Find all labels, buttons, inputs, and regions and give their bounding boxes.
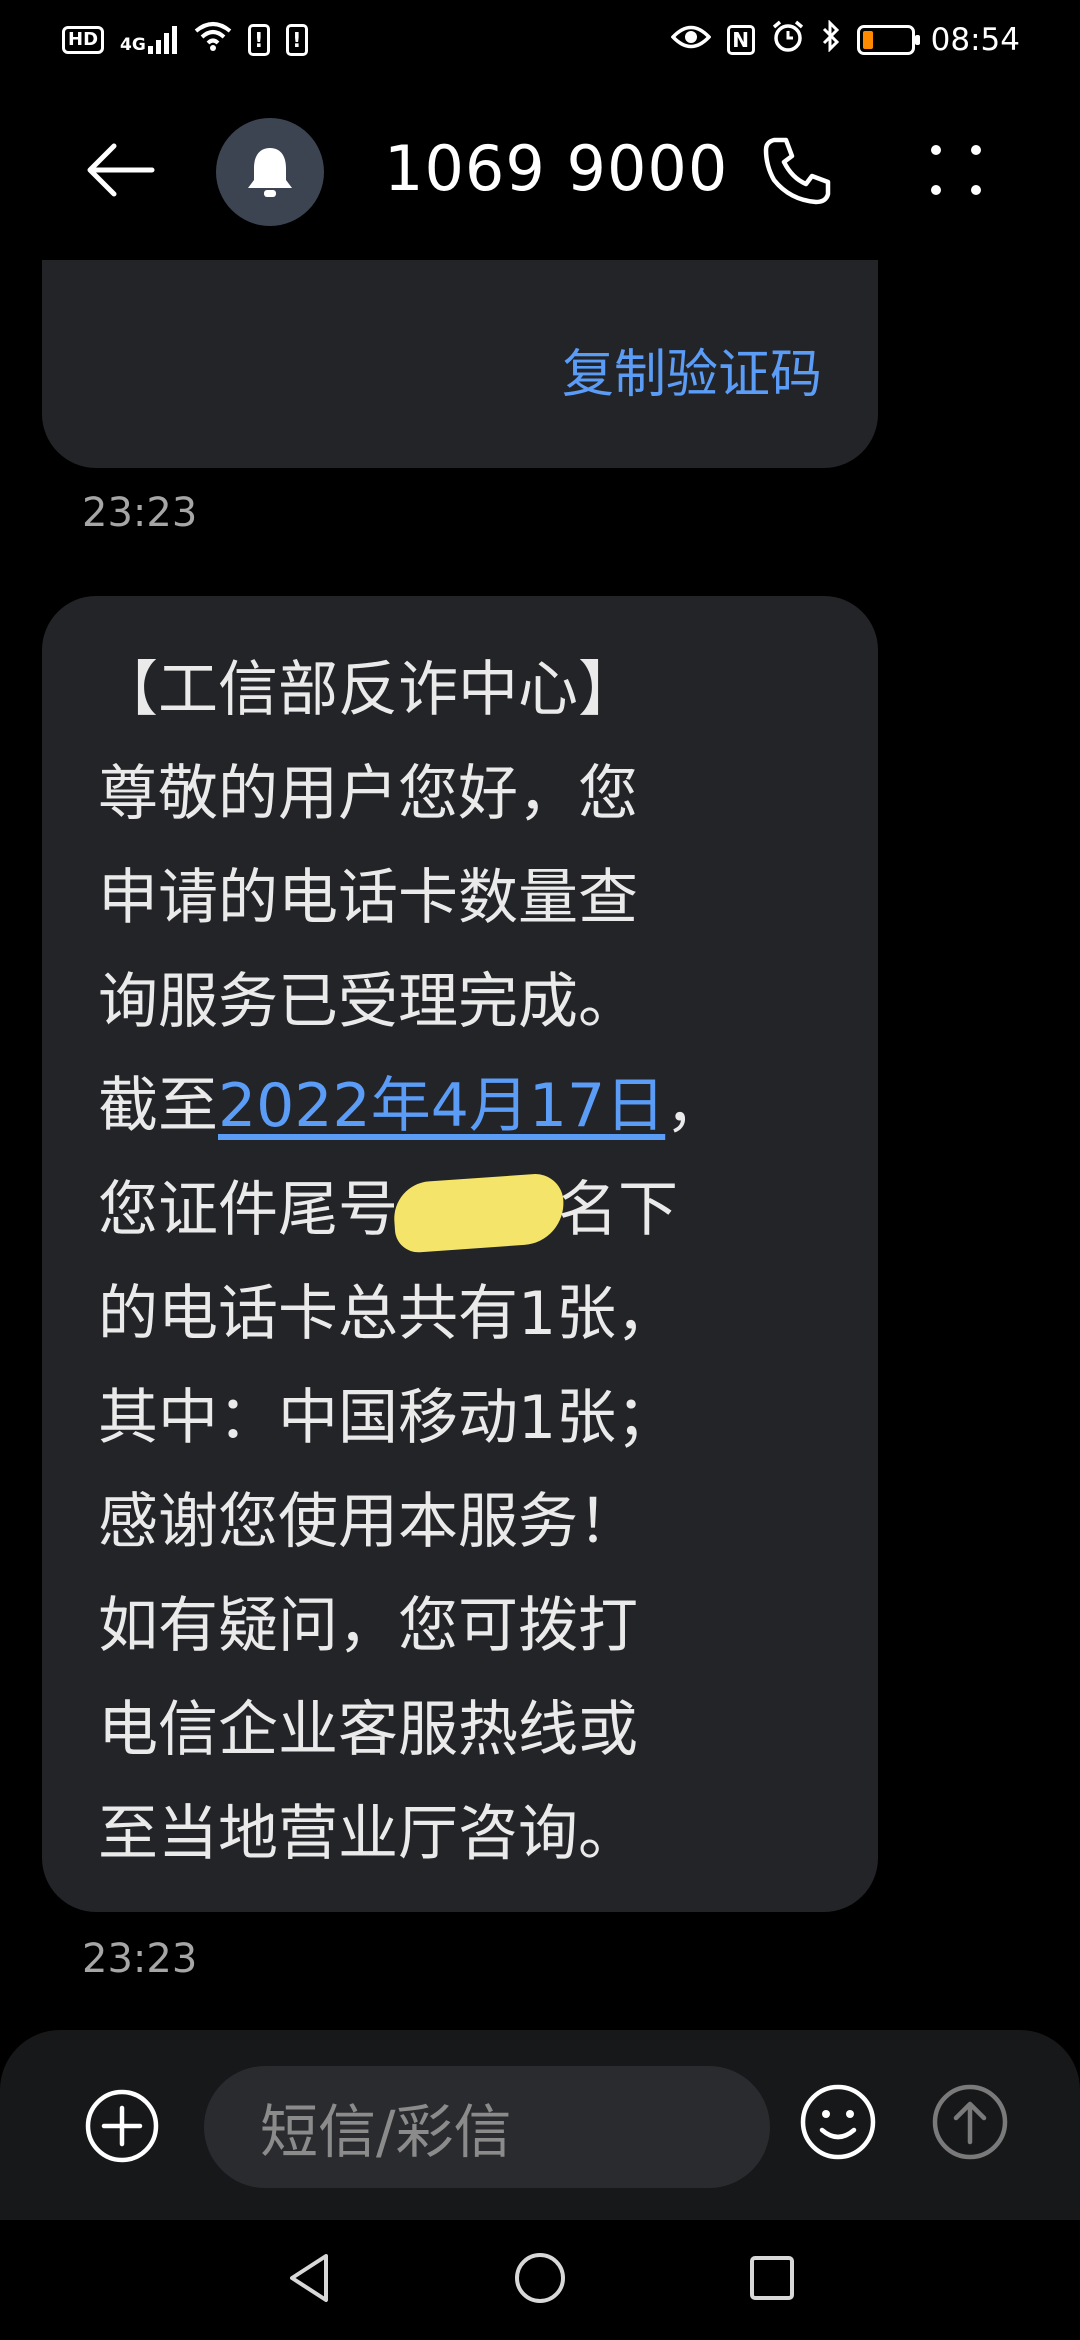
- phone-icon: [763, 137, 831, 205]
- emoji-button[interactable]: [798, 2082, 878, 2162]
- more-options-button[interactable]: [926, 140, 986, 200]
- notification-alert-icon: !: [247, 24, 270, 56]
- alarm-icon: [771, 20, 805, 60]
- message-input[interactable]: 短信/彩信: [204, 2066, 770, 2188]
- contact-name: 1069 9000: [384, 132, 729, 205]
- network-type: 4G: [120, 35, 146, 55]
- bluetooth-icon: [821, 19, 841, 60]
- square-recents-icon: [750, 2256, 794, 2300]
- message-timestamp: 23:23: [82, 1936, 198, 1982]
- message-line: 询服务已受理完成。: [98, 967, 638, 1037]
- eye-icon: [670, 22, 712, 58]
- message-line: 至当地营业厅咨询。: [98, 1799, 638, 1869]
- status-left: HD 4G ! !: [62, 21, 308, 59]
- message-text-span: 您证件尾号: [98, 1175, 398, 1245]
- battery-icon: [856, 25, 920, 55]
- system-navigation-bar: [0, 2220, 1080, 2340]
- more-vertical-icon: [931, 145, 981, 195]
- nav-back-button[interactable]: [280, 2248, 340, 2308]
- nfc-icon: N: [726, 25, 755, 55]
- message-text-span: 截至: [98, 1071, 218, 1141]
- message-line: 如有疑问，您可拨打: [98, 1591, 638, 1661]
- signal-icon: 4G: [120, 26, 178, 54]
- back-button[interactable]: [82, 140, 162, 200]
- battery-level: [862, 31, 873, 49]
- message-text-span: ，: [665, 1071, 726, 1141]
- bell-icon: [248, 148, 292, 197]
- send-button[interactable]: [930, 2082, 1010, 2162]
- copy-verification-code-button[interactable]: 复制验证码: [562, 332, 822, 407]
- message-composer: 短信/彩信: [0, 2030, 1080, 2220]
- arrow-up-circle-icon: [932, 2084, 1008, 2160]
- date-link[interactable]: 2022年4月17日: [218, 1071, 665, 1141]
- message-bubble[interactable]: 【工信部反诈中心】 尊敬的用户您好，您 申请的电话卡数量查 询服务已受理完成。 …: [42, 596, 878, 1912]
- message-bubble[interactable]: 您。 复制验证码: [42, 260, 878, 468]
- message-line: 您证件尾号 名下: [98, 1158, 838, 1262]
- add-attachment-button[interactable]: [84, 2088, 160, 2164]
- message-list[interactable]: 您。 复制验证码 23:23 【工信部反诈中心】 尊敬的用户您好，您 申请的电话…: [0, 260, 1080, 2030]
- message-timestamp: 23:23: [82, 490, 198, 536]
- message-line: 截至2022年4月17日，: [98, 1054, 838, 1158]
- message-text: 【工信部反诈中心】 尊敬的用户您好，您 申请的电话卡数量查 询服务已受理完成。 …: [98, 638, 838, 1886]
- message-text-span: 名下: [558, 1175, 678, 1245]
- hd-indicator: HD: [62, 26, 105, 54]
- message-line: 感谢您使用本服务！: [98, 1487, 638, 1557]
- redaction-mark: [391, 1172, 567, 1255]
- message-line: 【工信部反诈中心】: [98, 655, 638, 725]
- avatar[interactable]: [216, 118, 324, 226]
- plus-circle-icon: [85, 2089, 159, 2163]
- clock-time: 08:54: [930, 22, 1020, 58]
- nav-home-button[interactable]: [510, 2248, 570, 2308]
- call-button[interactable]: [760, 132, 836, 208]
- message-line: 申请的电话卡数量查: [98, 863, 638, 933]
- message-line: 尊敬的用户您好，您: [98, 759, 638, 829]
- arrow-left-icon: [87, 143, 155, 197]
- messaging-screen: HD 4G ! ! N 08:54 1069 9000 复制验证码 23:23 …: [0, 0, 1080, 2340]
- triangle-back-icon: [290, 2254, 328, 2302]
- status-right: N 08:54: [670, 19, 1020, 60]
- conversation-header: 1069 9000: [0, 80, 1080, 260]
- circle-home-icon: [515, 2253, 565, 2303]
- message-line: 的电话卡总共有1张，: [98, 1279, 677, 1349]
- nav-recents-button[interactable]: [742, 2248, 802, 2308]
- notification-alert-icon: !: [285, 24, 308, 56]
- status-bar: HD 4G ! ! N 08:54: [0, 0, 1080, 80]
- message-line: 其中：中国移动1张；: [98, 1383, 677, 1453]
- wifi-icon: [194, 21, 232, 59]
- message-line: 电信企业客服热线或: [98, 1695, 638, 1765]
- smiley-icon: [800, 2084, 876, 2160]
